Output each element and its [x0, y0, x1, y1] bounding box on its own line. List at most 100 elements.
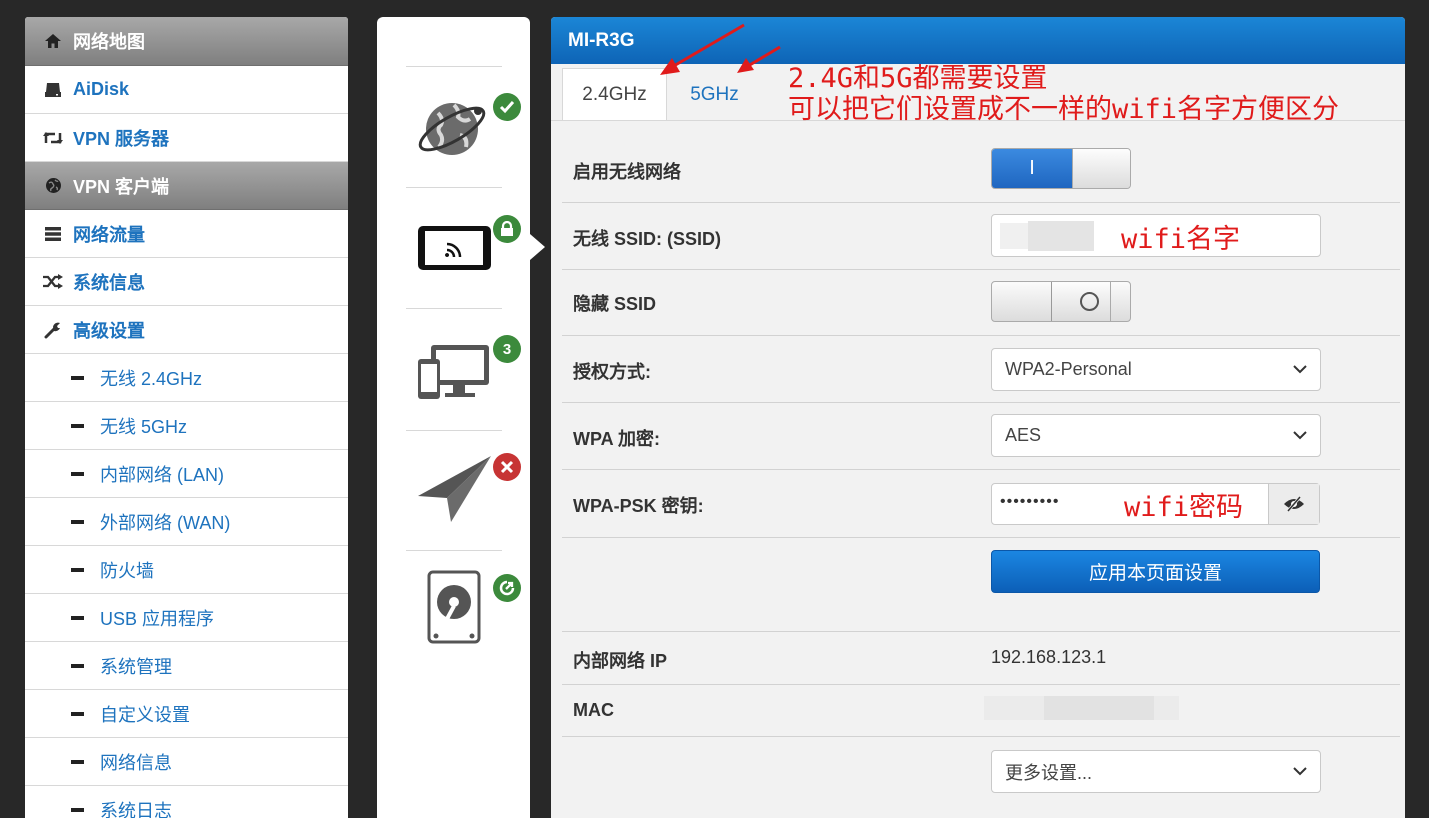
globe-icon	[41, 176, 65, 196]
sidebar-item-label: 网络流量	[73, 224, 145, 245]
sidebar-item-aidisk[interactable]: AiDisk	[25, 66, 348, 114]
dash-icon	[71, 711, 84, 716]
usb-disk-icon[interactable]	[427, 570, 481, 644]
ssid-input[interactable]: wifi名字	[991, 214, 1321, 257]
sidebar: 网络地图 AiDisk VPN 服务器 VPN 客户端 网络流量 系统信息 高级…	[25, 17, 348, 818]
apply-settings-button[interactable]: 应用本页面设置	[991, 550, 1320, 593]
wrench-icon	[41, 320, 65, 340]
subitem-label: 系统管理	[100, 656, 172, 677]
annotation-line-1: 2.4G和5G都需要设置	[788, 63, 1048, 94]
active-pointer	[530, 234, 545, 260]
field-label: 启用无线网络	[573, 162, 681, 182]
field-label: 无线 SSID: (SSID)	[573, 229, 722, 249]
chevron-down-icon	[1293, 431, 1307, 440]
sidebar-subitem-network-info[interactable]: 网络信息	[25, 738, 348, 786]
sidebar-item-advanced[interactable]: 高级设置	[25, 306, 348, 354]
sidebar-subitem-usb-apps[interactable]: USB 应用程序	[25, 594, 348, 642]
home-icon	[41, 31, 65, 51]
psk-annotation: wifi密码	[1124, 492, 1244, 523]
dash-icon	[71, 567, 84, 572]
divider	[406, 430, 502, 431]
sidebar-subitem-wireless-24[interactable]: 无线 2.4GHz	[25, 354, 348, 402]
sidebar-subitem-wireless-5[interactable]: 无线 5GHz	[25, 402, 348, 450]
sidebar-item-label: VPN 服务器	[73, 128, 170, 149]
sidebar-item-traffic[interactable]: 网络流量	[25, 210, 348, 258]
sidebar-item-label: 系统信息	[73, 272, 145, 293]
field-label: MAC	[573, 700, 614, 720]
wpa-encryption-select[interactable]: AES	[991, 414, 1321, 457]
paper-plane-icon[interactable]	[417, 454, 493, 524]
tasks-icon	[41, 224, 65, 244]
sidebar-item-system-info[interactable]: 系统信息	[25, 258, 348, 306]
divider	[406, 66, 502, 67]
internet-globe-icon[interactable]	[414, 89, 492, 167]
toggle-password-visibility-button[interactable]	[1268, 484, 1319, 524]
tab-24ghz[interactable]: 2.4GHz	[562, 68, 667, 121]
clients-count: 3	[502, 340, 512, 358]
sidebar-item-vpn-server[interactable]: VPN 服务器	[25, 114, 348, 162]
dash-icon	[71, 519, 84, 524]
status-panel: 3	[377, 17, 530, 818]
lan-ip-value: 192.168.123.1	[991, 647, 1107, 667]
redacted-mac	[1044, 696, 1154, 720]
enable-wireless-toggle[interactable]: I	[991, 148, 1131, 189]
subitem-label: 内部网络 (LAN)	[100, 464, 225, 485]
divider	[406, 187, 502, 188]
random-icon	[41, 272, 65, 292]
dash-icon	[71, 423, 84, 428]
redacted-area	[1000, 223, 1030, 249]
sidebar-item-label: 高级设置	[73, 320, 145, 341]
main-panel: MI-R3G 2.4GHz 5GHz 启用无线网络 I 无线 SSID: (SS…	[551, 17, 1405, 818]
eject-badge-icon	[493, 574, 521, 602]
clients-icon[interactable]	[417, 343, 491, 401]
wpa-psk-input[interactable]: ••••••••• wifi密码	[991, 483, 1320, 525]
toggle-off-circle	[1080, 292, 1099, 311]
field-label: 授权方式:	[573, 362, 651, 382]
eye-slash-icon	[1284, 496, 1304, 512]
row-enable-wireless: 启用无线网络 I	[562, 138, 1400, 203]
dash-icon	[71, 471, 84, 476]
sidebar-subitem-custom[interactable]: 自定义设置	[25, 690, 348, 738]
check-badge-icon	[493, 93, 521, 121]
ssid-annotation: wifi名字	[1121, 224, 1241, 255]
row-ssid: 无线 SSID: (SSID) wifi名字	[562, 203, 1400, 270]
subitem-label: 自定义设置	[100, 704, 190, 725]
sidebar-subitem-system-log[interactable]: 系统日志	[25, 786, 348, 818]
tab-label: 5GHz	[690, 83, 739, 105]
lock-badge-icon	[493, 215, 521, 243]
select-value: 更多设置...	[1005, 762, 1093, 783]
select-value: WPA2-Personal	[1005, 359, 1132, 379]
button-label: 应用本页面设置	[1088, 563, 1222, 584]
subitem-label: 外部网络 (WAN)	[100, 512, 231, 533]
auth-mode-select[interactable]: WPA2-Personal	[991, 348, 1321, 391]
error-badge-icon	[493, 453, 521, 481]
clients-count-badge: 3	[493, 335, 521, 363]
wireless-device-icon[interactable]	[417, 225, 492, 271]
field-label: 隐藏 SSID	[573, 294, 657, 314]
sidebar-item-network-map[interactable]: 网络地图	[25, 17, 348, 66]
subitem-label: 防火墙	[100, 560, 154, 581]
sidebar-item-vpn-client[interactable]: VPN 客户端	[25, 162, 348, 210]
tab-5ghz[interactable]: 5GHz	[667, 68, 762, 121]
select-value: AES	[1005, 425, 1042, 445]
chevron-down-icon	[1293, 767, 1307, 776]
dash-icon	[71, 663, 84, 668]
hide-ssid-toggle[interactable]	[991, 281, 1131, 322]
sidebar-subitem-lan[interactable]: 内部网络 (LAN)	[25, 450, 348, 498]
subitem-label: USB 应用程序	[100, 608, 215, 629]
row-lan-ip: 内部网络 IP 192.168.123.1	[562, 632, 1400, 685]
sidebar-item-label: AiDisk	[73, 79, 130, 99]
dash-icon	[71, 375, 84, 380]
redacted-area	[1028, 221, 1094, 251]
tab-label: 2.4GHz	[582, 84, 647, 105]
panel-title: MI-R3G	[568, 29, 635, 51]
psk-masked-value: •••••••••	[1000, 493, 1060, 510]
row-wpa-psk: WPA-PSK 密钥: ••••••••• wifi密码	[562, 470, 1400, 538]
sidebar-subitem-wan[interactable]: 外部网络 (WAN)	[25, 498, 348, 546]
subitem-label: 无线 2.4GHz	[100, 368, 203, 389]
sidebar-subitem-firewall[interactable]: 防火墙	[25, 546, 348, 594]
sidebar-subitem-system-admin[interactable]: 系统管理	[25, 642, 348, 690]
more-settings-select[interactable]: 更多设置...	[991, 750, 1321, 793]
subitem-label: 无线 5GHz	[100, 416, 188, 437]
divider	[406, 308, 502, 309]
